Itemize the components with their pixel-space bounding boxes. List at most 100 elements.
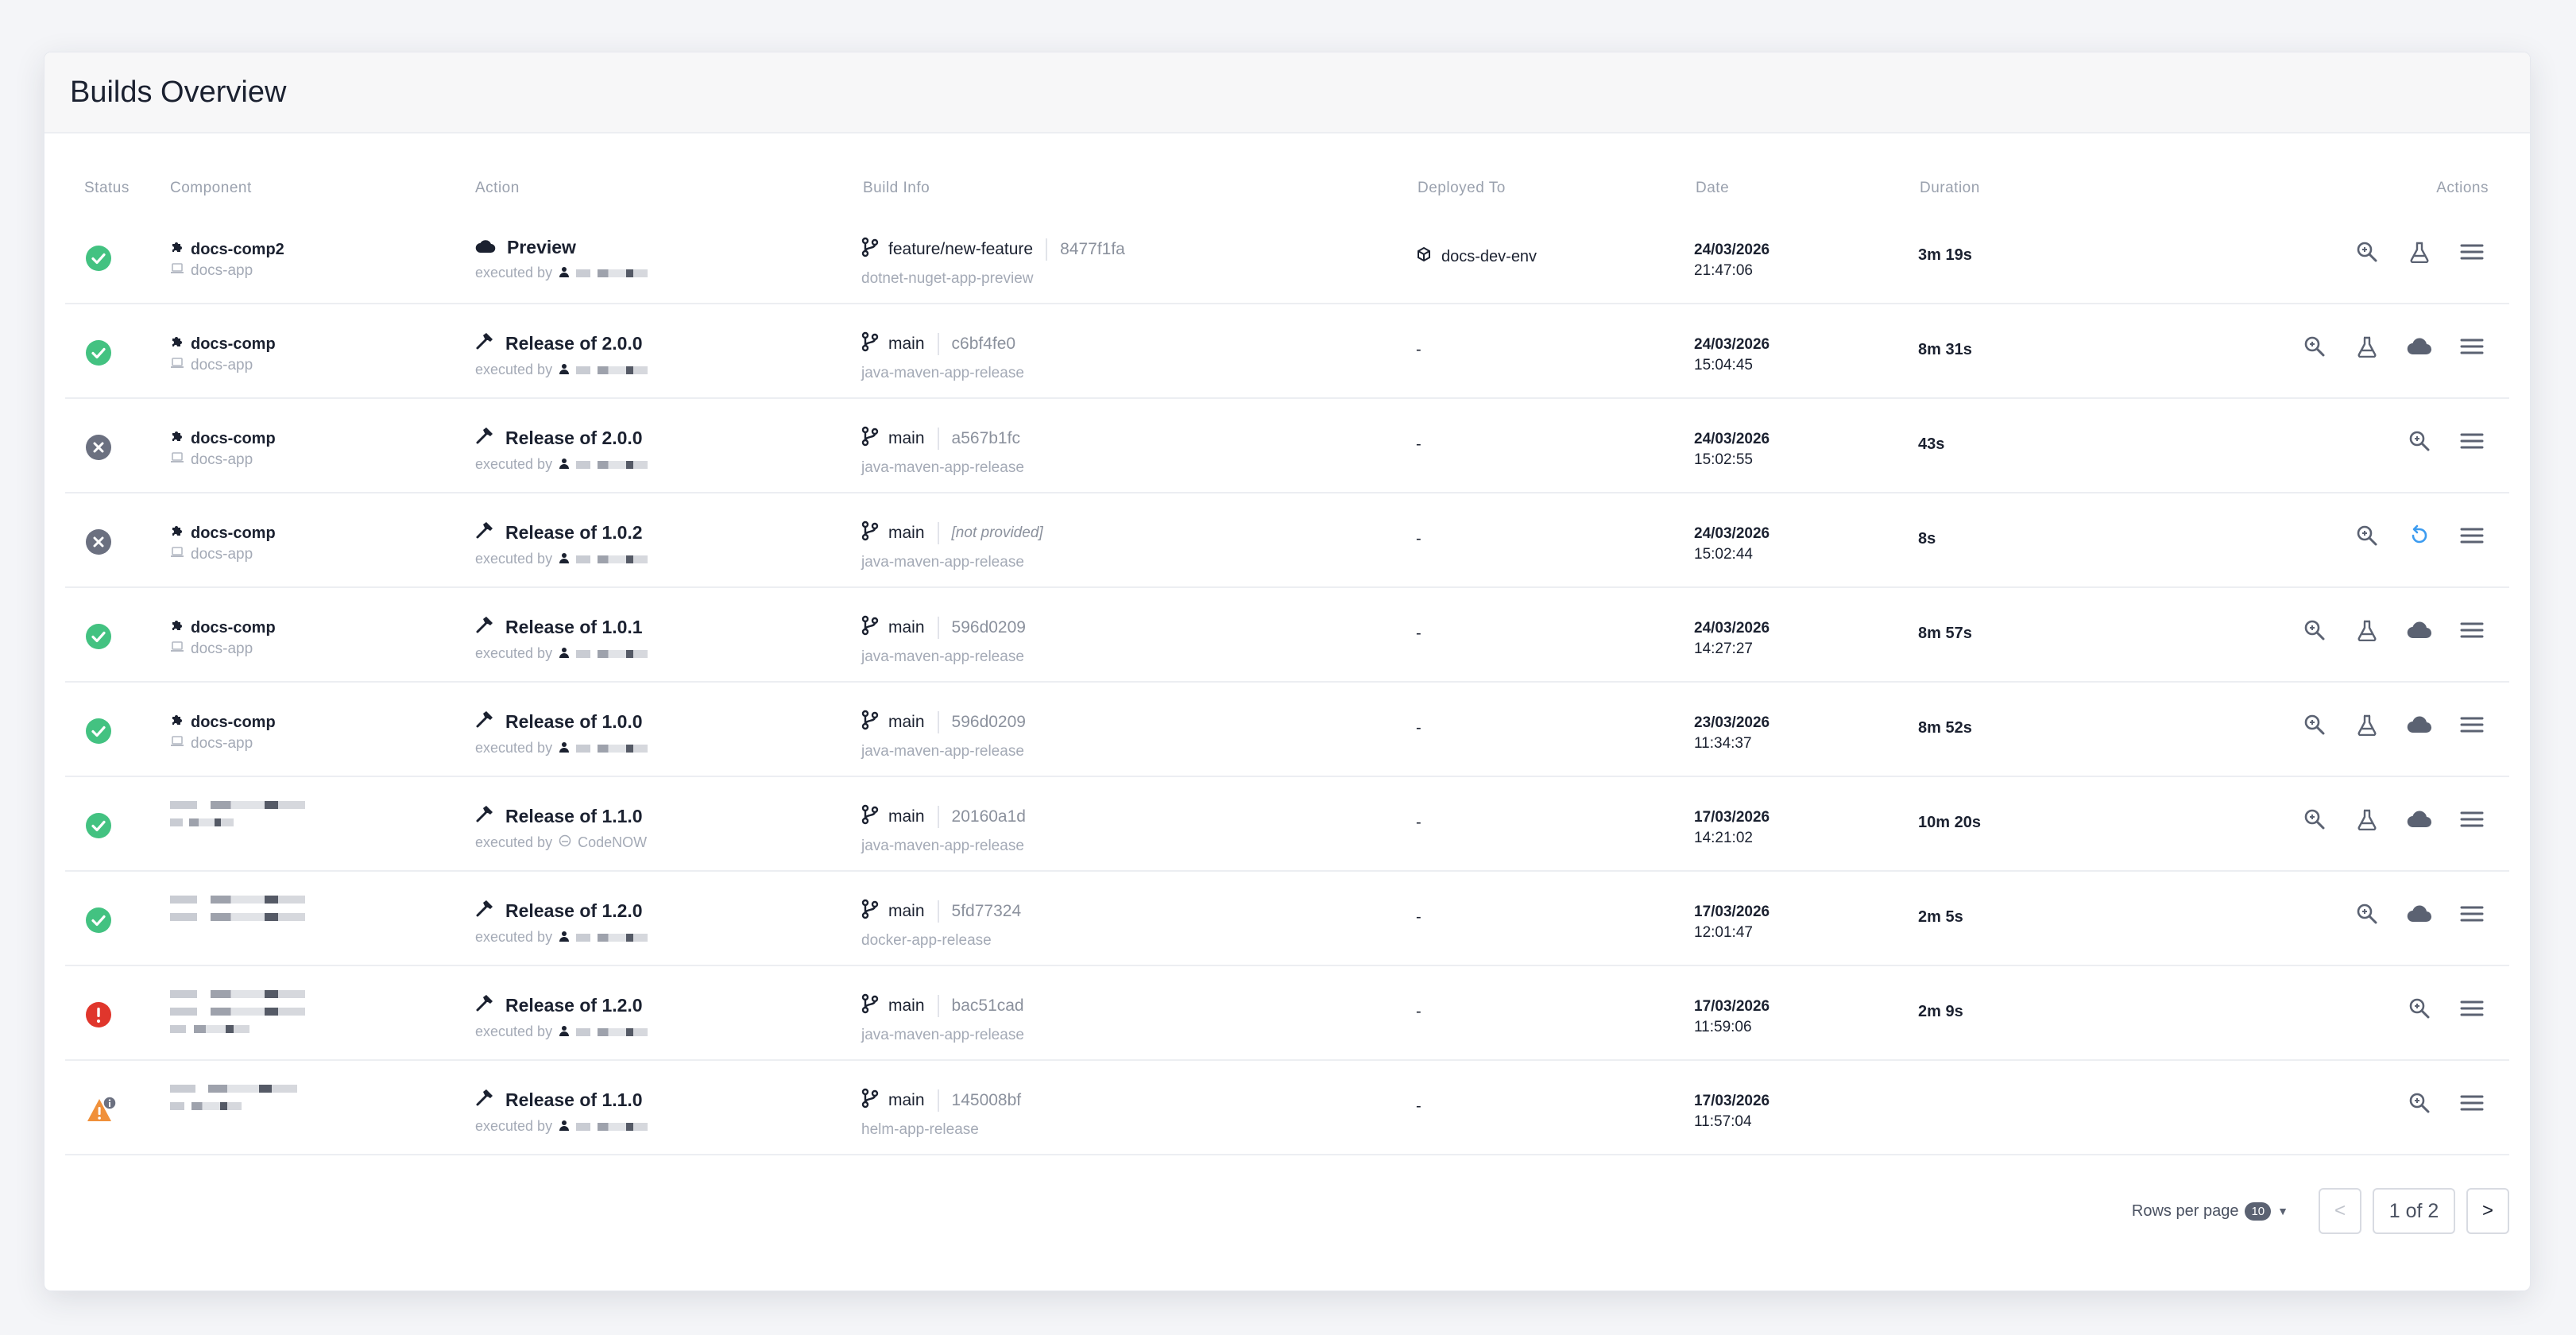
deploy-button[interactable] — [2406, 713, 2433, 740]
inspect-button[interactable] — [2301, 618, 2328, 645]
col-action: Action — [475, 180, 520, 196]
commit-sha[interactable]: bac51cad — [952, 996, 1024, 1016]
more-menu-button[interactable] — [2458, 807, 2485, 834]
more-menu-button[interactable] — [2458, 240, 2485, 267]
deployed-to-cell: - — [1416, 435, 1421, 454]
deployed-to-cell[interactable]: docs-dev-env — [1416, 246, 1537, 267]
redacted-executor — [576, 1122, 648, 1131]
inspect-button[interactable] — [2301, 807, 2328, 834]
more-menu-button[interactable] — [2458, 429, 2485, 456]
action-link[interactable]: Release of 1.1.0 — [475, 804, 647, 828]
commit-sha[interactable]: 5fd77324 — [952, 902, 1022, 921]
commit-sha[interactable]: a567b1fc — [952, 429, 1020, 448]
build-info-top: main c6bf4fe0 — [861, 331, 1024, 357]
search-icon — [2303, 619, 2326, 645]
user-icon — [559, 362, 570, 378]
component-link[interactable]: docs-comp — [170, 618, 276, 637]
table-row[interactable]: docs-comp docs-app Release of 1.0.0 exec… — [65, 683, 2509, 777]
branch-icon — [861, 331, 879, 357]
user-icon — [559, 456, 570, 473]
action-link[interactable]: Release of 1.1.0 — [475, 1088, 648, 1112]
action-link[interactable]: Preview — [475, 237, 648, 258]
action-link[interactable]: Release of 2.0.0 — [475, 426, 648, 450]
inspect-button[interactable] — [2354, 240, 2381, 267]
date-value: 24/03/2026 — [1694, 431, 1770, 447]
status-success-icon — [86, 340, 111, 366]
component-name: docs-comp — [191, 713, 276, 731]
redacted-app-name — [170, 1008, 305, 1016]
commit-sha[interactable]: 145008bf — [952, 1091, 1022, 1110]
inspect-button[interactable] — [2406, 1091, 2433, 1118]
table-row[interactable]: Release of 1.2.0 executed by main 5fd773… — [65, 872, 2509, 966]
component-link[interactable]: docs-comp — [170, 713, 276, 732]
deploy-button[interactable] — [2406, 902, 2433, 929]
commit-sha[interactable]: c6bf4fe0 — [952, 335, 1016, 354]
row-actions — [2301, 807, 2485, 834]
chevron-down-icon[interactable]: ▼ — [2277, 1205, 2288, 1217]
inspect-button[interactable] — [2301, 713, 2328, 740]
more-menu-button[interactable] — [2458, 996, 2485, 1023]
branch-icon — [861, 426, 879, 451]
more-menu-button[interactable] — [2458, 713, 2485, 740]
commit-sha[interactable]: 596d0209 — [952, 713, 1026, 732]
more-menu-button[interactable] — [2458, 618, 2485, 645]
action-link[interactable]: Release of 1.0.2 — [475, 520, 648, 544]
branch-icon — [861, 615, 879, 640]
inspect-button[interactable] — [2354, 524, 2381, 551]
table-row[interactable]: docs-comp docs-app Release of 1.0.1 exec… — [65, 588, 2509, 683]
table-row[interactable]: Release of 1.1.0 executed by CodeNOW main… — [65, 777, 2509, 872]
executed-by: executed by CodeNOW — [475, 834, 647, 851]
action-link[interactable]: Release of 2.0.0 — [475, 331, 648, 355]
rows-per-page[interactable]: Rows per page 10 ▼ — [2132, 1202, 2288, 1221]
table-row[interactable]: Release of 1.2.0 executed by main bac51c… — [65, 966, 2509, 1061]
commit-sha[interactable]: 8477f1fa — [1060, 240, 1125, 259]
table-row[interactable]: docs-comp2 docs-app Preview executed by … — [65, 210, 2509, 304]
component-link[interactable]: docs-comp — [170, 429, 276, 448]
test-results-button[interactable] — [2354, 618, 2381, 645]
search-icon — [2408, 1092, 2431, 1118]
action-cell: Release of 1.1.0 executed by CodeNOW — [475, 804, 647, 851]
hammer-icon — [475, 1088, 494, 1112]
commit-sha[interactable]: 20160a1d — [952, 807, 1026, 826]
commit-sha[interactable]: [not provided] — [952, 524, 1043, 542]
more-menu-button[interactable] — [2458, 1091, 2485, 1118]
more-menu-button[interactable] — [2458, 524, 2485, 551]
user-icon — [559, 265, 570, 281]
action-link[interactable]: Release of 1.2.0 — [475, 993, 648, 1017]
retry-button[interactable] — [2406, 524, 2433, 551]
table-row[interactable]: docs-comp docs-app Release of 2.0.0 exec… — [65, 399, 2509, 493]
table-row[interactable]: docs-comp docs-app Release of 1.0.2 exec… — [65, 493, 2509, 588]
deploy-button[interactable] — [2406, 618, 2433, 645]
component-link[interactable]: docs-comp — [170, 335, 276, 354]
deploy-button[interactable] — [2406, 335, 2433, 362]
menu-icon — [2460, 810, 2484, 833]
component-link[interactable]: docs-comp — [170, 524, 276, 543]
status-success-icon — [86, 813, 111, 838]
test-results-button[interactable] — [2354, 335, 2381, 362]
test-results-button[interactable] — [2354, 713, 2381, 740]
prev-page-button[interactable]: < — [2319, 1188, 2361, 1234]
inspect-button[interactable] — [2354, 902, 2381, 929]
inspect-button[interactable] — [2406, 429, 2433, 456]
action-link[interactable]: Release of 1.0.0 — [475, 710, 648, 733]
table-row[interactable]: docs-comp docs-app Release of 2.0.0 exec… — [65, 304, 2509, 399]
inspect-button[interactable] — [2406, 996, 2433, 1023]
redacted-app-name — [170, 818, 234, 826]
next-page-button[interactable]: > — [2466, 1188, 2509, 1234]
commit-sha[interactable]: 596d0209 — [952, 618, 1026, 637]
test-results-button[interactable] — [2406, 240, 2433, 267]
deployed-to-value: - — [1416, 908, 1421, 926]
more-menu-button[interactable] — [2458, 902, 2485, 929]
rows-per-page-value[interactable]: 10 — [2245, 1202, 2272, 1221]
action-link[interactable]: Release of 1.0.1 — [475, 615, 648, 639]
component-link[interactable]: docs-comp2 — [170, 240, 284, 259]
action-link[interactable]: Release of 1.2.0 — [475, 899, 648, 923]
deploy-button[interactable] — [2406, 807, 2433, 834]
build-info-top: main bac51cad — [861, 993, 1024, 1019]
date-value: 24/03/2026 — [1694, 336, 1770, 353]
cloud-icon — [2407, 716, 2432, 737]
inspect-button[interactable] — [2301, 335, 2328, 362]
more-menu-button[interactable] — [2458, 335, 2485, 362]
test-results-button[interactable] — [2354, 807, 2381, 834]
table-row[interactable]: Release of 1.1.0 executed by main 145008… — [65, 1061, 2509, 1155]
